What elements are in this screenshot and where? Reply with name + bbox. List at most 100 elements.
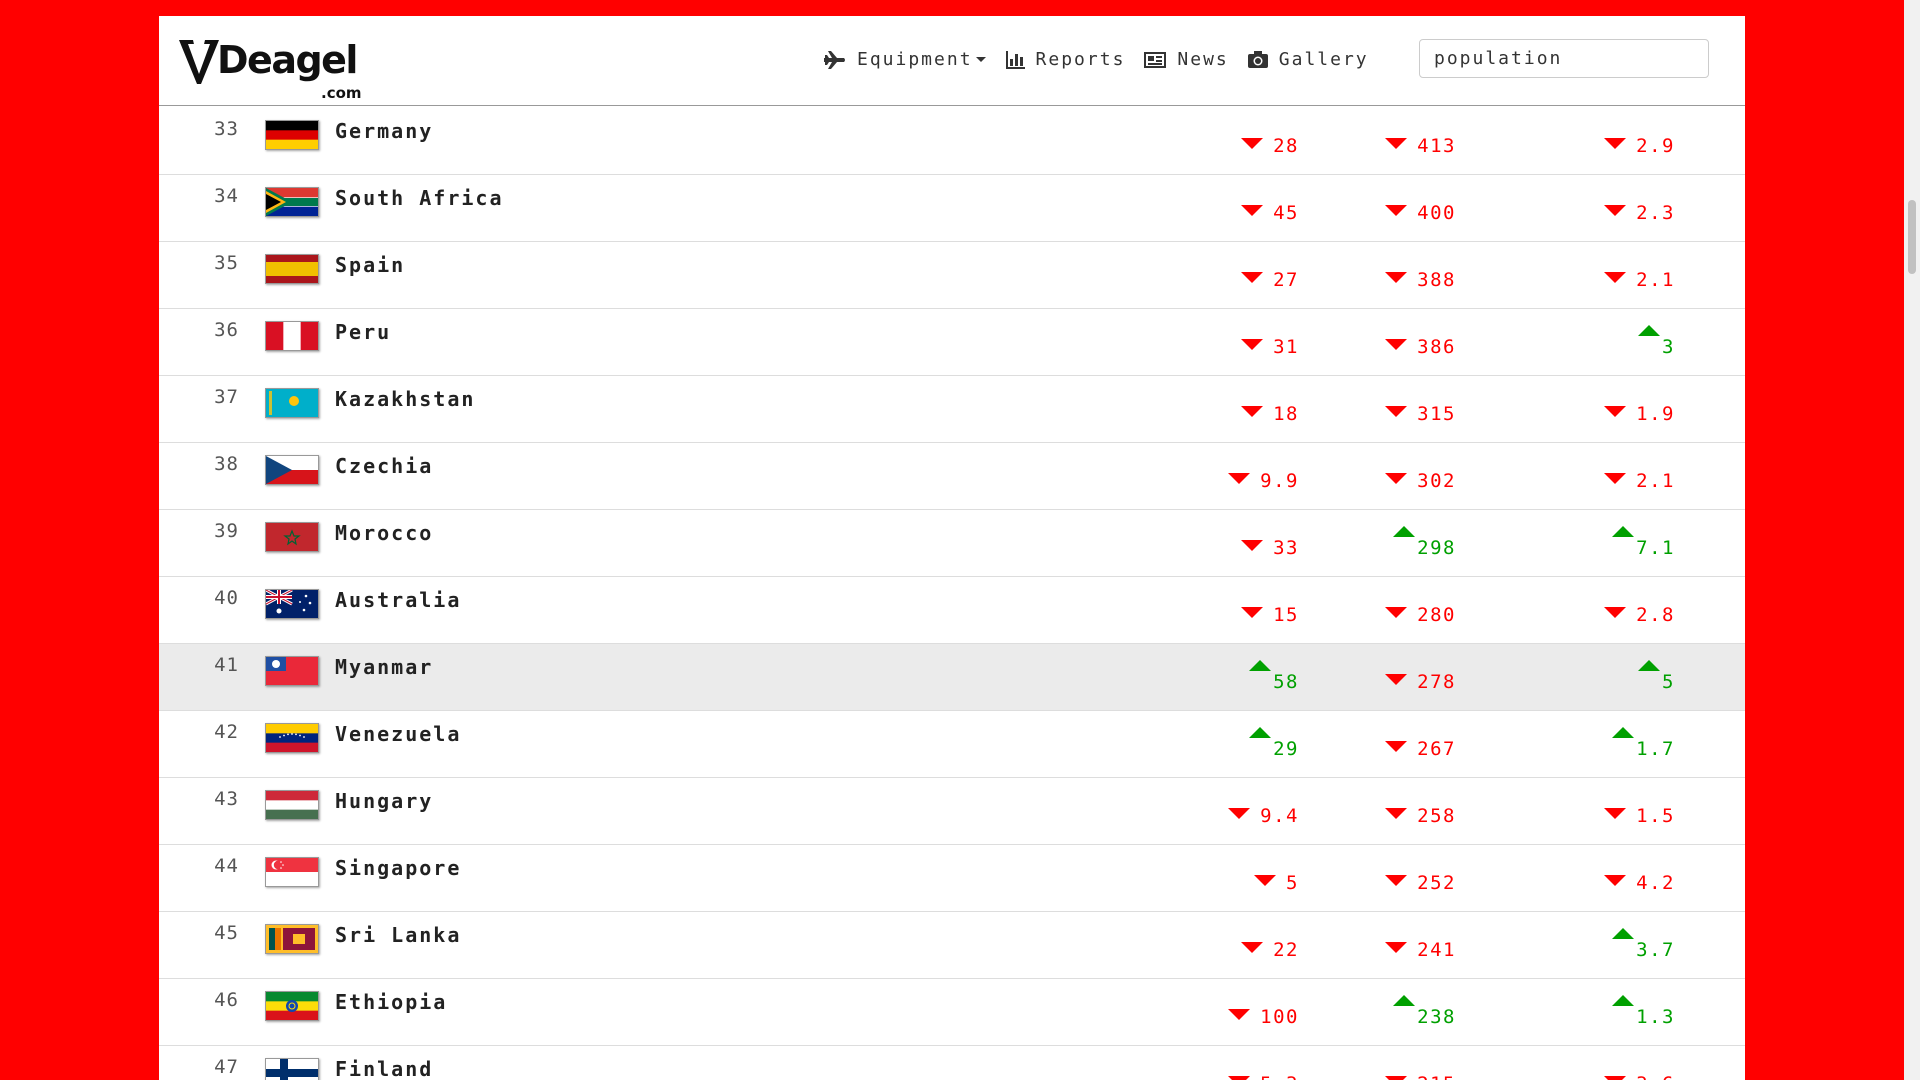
value-cell-4: 9,132: [1559, 721, 1745, 771]
value-cell-4: 8,853: [1559, 520, 1745, 570]
rank-cell: 41: [214, 654, 239, 676]
arrow-down-icon: [1385, 406, 1408, 417]
value-text: 252: [1417, 872, 1456, 894]
table-row[interactable]: 44Singapore52524.250,863: [159, 845, 1745, 912]
country-name-link[interactable]: Finland: [335, 1057, 433, 1080]
brand-logo[interactable]: Deagel .com: [179, 36, 362, 102]
value-cell-4: 17,404: [1559, 386, 1745, 436]
menu-equipment[interactable]: Equipment: [824, 49, 986, 70]
plane-icon: [824, 50, 846, 69]
table-row[interactable]: 41Myanmar5827854,749: [159, 644, 1745, 711]
table-row[interactable]: 34South Africa454002.38,725: [159, 175, 1745, 242]
table-row[interactable]: 45Sri Lanka222413.710,577: [159, 912, 1745, 979]
value-cell-4: 10,577: [1559, 922, 1745, 972]
menu-gallery-label: Gallery: [1278, 49, 1369, 70]
arrow-down-icon: [1385, 1076, 1408, 1080]
value-text: 298: [1417, 537, 1456, 559]
search-input[interactable]: [1419, 39, 1709, 78]
flag-sri-lanka-icon: [265, 924, 319, 954]
value-text: 238: [1417, 1006, 1456, 1028]
arrow-down-icon: [1385, 808, 1408, 819]
country-name-link[interactable]: Germany: [335, 119, 433, 143]
menu-news-label: News: [1177, 49, 1229, 70]
table-row[interactable]: 36Peru31386312,101: [159, 309, 1745, 376]
table-row[interactable]: 46Ethiopia1002381.32,369: [159, 979, 1745, 1046]
value-cell-2: 413: [1259, 118, 1456, 168]
value-cell-2: 278: [1259, 654, 1456, 704]
value-cell-4: 13,986: [1559, 252, 1745, 302]
rank-cell: 45: [214, 922, 239, 944]
value-cell-4: 4,749: [1559, 654, 1745, 704]
country-name-link[interactable]: Singapore: [335, 856, 461, 880]
rank-cell: 35: [214, 252, 239, 274]
menu-gallery[interactable]: Gallery: [1247, 49, 1369, 70]
country-name-link[interactable]: Peru: [335, 320, 391, 344]
value-cell-2: 400: [1259, 185, 1456, 235]
country-name-link[interactable]: Hungary: [335, 789, 433, 813]
scrollbar-thumb[interactable]: [1908, 200, 1916, 274]
arrow-down-icon: [1228, 473, 1251, 484]
rank-cell: 40: [214, 587, 239, 609]
page-scrollbar[interactable]: [1904, 0, 1920, 1080]
value-text: 258: [1417, 805, 1456, 827]
country-name-link[interactable]: Spain: [335, 253, 405, 277]
navbar: Deagel .com Equipment Reports News Galle…: [159, 16, 1745, 106]
value-cell-2: 302: [1259, 453, 1456, 503]
value-text: 267: [1417, 738, 1456, 760]
country-name-link[interactable]: Ethiopia: [335, 990, 447, 1014]
main-menu: Equipment Reports News Gallery: [824, 49, 1388, 70]
value-text: 215: [1417, 1073, 1456, 1080]
rank-cell: 44: [214, 855, 239, 877]
table-row[interactable]: 43Hungary9.42581.527,587: [159, 778, 1745, 845]
country-name-link[interactable]: Australia: [335, 588, 461, 612]
table-row[interactable]: 35Spain273882.113,986: [159, 242, 1745, 309]
table-row[interactable]: 42Venezuela292671.79,132: [159, 711, 1745, 778]
arrow-down-icon: [1385, 607, 1408, 618]
table-row[interactable]: 40Australia152802.818,441: [159, 577, 1745, 644]
table-row[interactable]: 37Kazakhstan183151.917,404: [159, 376, 1745, 443]
country-name-link[interactable]: Venezuela: [335, 722, 461, 746]
rank-cell: 43: [214, 788, 239, 810]
table-row[interactable]: 47Finland5.32153.640,857: [159, 1046, 1745, 1080]
bar-chart-icon: [1005, 50, 1025, 69]
value-cell-4: 50,863: [1559, 855, 1745, 905]
value-cell-4: 14,704: [1559, 118, 1745, 168]
newspaper-icon: [1144, 51, 1167, 68]
value-text: 413: [1417, 135, 1456, 157]
country-name-link[interactable]: South Africa: [335, 186, 504, 210]
page: Deagel .com Equipment Reports News Galle…: [159, 16, 1745, 1080]
brand-suffix: .com: [321, 84, 362, 102]
value-text: 302: [1417, 470, 1456, 492]
value-cell-4: 30,589: [1559, 453, 1745, 503]
arrow-up-icon: [1393, 995, 1416, 1006]
rank-cell: 42: [214, 721, 239, 743]
value-cell-2: 267: [1259, 721, 1456, 771]
arrow-down-icon: [1385, 339, 1408, 350]
value-text: 386: [1417, 336, 1456, 358]
country-name-link[interactable]: Czechia: [335, 454, 433, 478]
table-row[interactable]: 38Czechia9.93022.130,589: [159, 443, 1745, 510]
rank-cell: 46: [214, 989, 239, 1011]
arrow-down-icon: [1385, 875, 1408, 886]
arrow-down-icon: [1385, 473, 1408, 484]
flag-singapore-icon: [265, 857, 319, 887]
arrow-down-icon: [1385, 741, 1408, 752]
arrow-down-icon: [1228, 1009, 1251, 1020]
country-name-link[interactable]: Myanmar: [335, 655, 433, 679]
arrow-down-icon: [1385, 674, 1408, 685]
value-cell-4: 27,587: [1559, 788, 1745, 838]
flag-germany-icon: [265, 120, 319, 150]
table-row[interactable]: 39Morocco332987.18,853: [159, 510, 1745, 577]
value-text: 241: [1417, 939, 1456, 961]
value-cell-4: 40,857: [1559, 1056, 1745, 1080]
country-name-link[interactable]: Kazakhstan: [335, 387, 475, 411]
country-name-link[interactable]: Sri Lanka: [335, 923, 461, 947]
flag-venezuela-icon: [265, 723, 319, 753]
menu-news[interactable]: News: [1144, 49, 1228, 70]
value-cell-2: 241: [1259, 922, 1456, 972]
value-cell-4: 12,101: [1559, 319, 1745, 369]
table-row[interactable]: 33Germany284132.914,704: [159, 108, 1745, 175]
flag-australia-icon: [265, 589, 319, 619]
menu-reports[interactable]: Reports: [1005, 49, 1126, 70]
country-name-link[interactable]: Morocco: [335, 521, 433, 545]
